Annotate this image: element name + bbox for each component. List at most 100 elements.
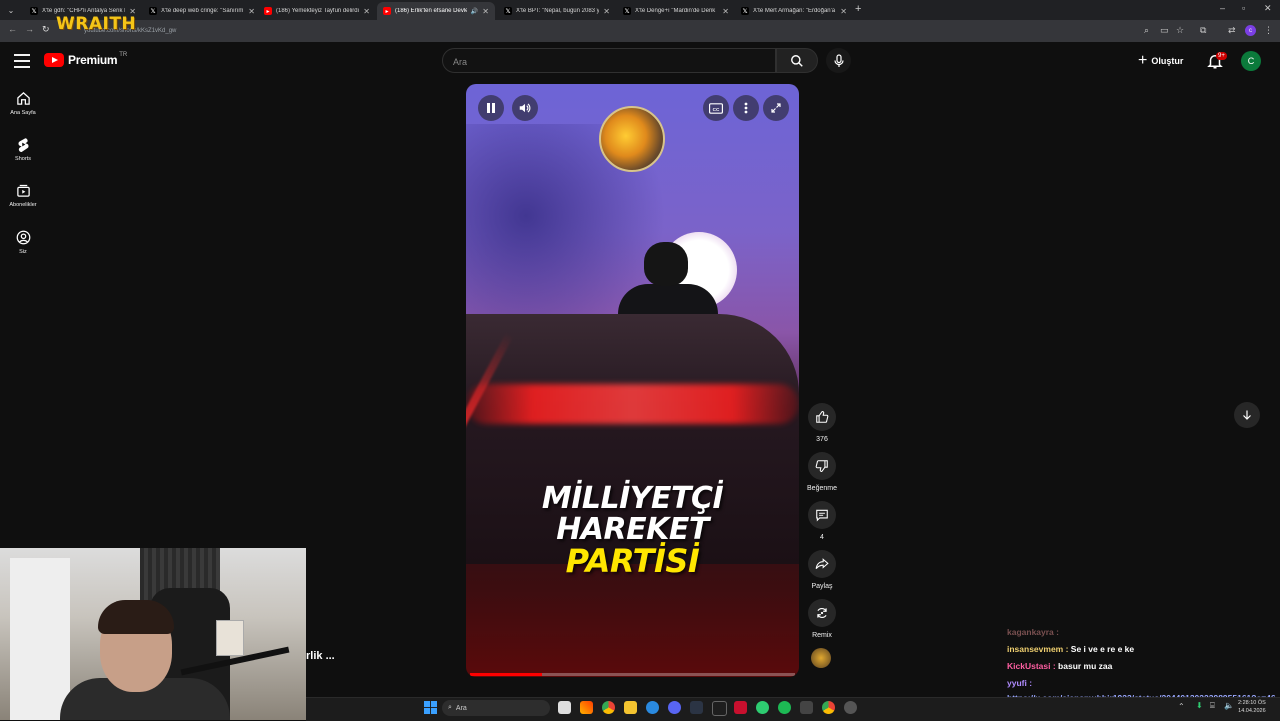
more-options-button[interactable] xyxy=(733,95,759,121)
url-field[interactable]: youtube.com/shorts/kKsZ1vKd_gw xyxy=(84,24,1124,38)
close-tab-icon[interactable]: ✕ xyxy=(248,7,255,16)
app-red-icon[interactable] xyxy=(734,701,747,714)
search-box xyxy=(442,48,776,74)
browser-tab[interactable]: ▸ (186) Yemekteyiz Tayfun delirdi ✕ xyxy=(258,2,376,20)
tab-search-chevron-icon[interactable]: ⌄ xyxy=(4,3,18,17)
windows-start-icon[interactable] xyxy=(424,701,437,714)
create-label: Oluştur xyxy=(1151,56,1184,66)
maximize-icon[interactable]: ▫ xyxy=(1242,3,1245,13)
search-button[interactable] xyxy=(776,48,818,73)
chat-username: KickUstasi : xyxy=(1007,661,1056,671)
guide-item-shorts[interactable]: Shorts xyxy=(4,137,42,162)
browser-tab[interactable]: 𝕏 X'te Denge+ı "Mardin'de Derik ✕ xyxy=(617,2,735,20)
browser-tab-active[interactable]: ▸ (186) Erlik'ten efsane Devlet 🔊 ✕ xyxy=(377,2,495,20)
minimize-icon[interactable]: – xyxy=(1220,3,1225,13)
browser-menu-icon[interactable]: ⋮ xyxy=(1264,25,1273,36)
tray-chevron-icon[interactable]: ⌃ xyxy=(1178,702,1185,711)
obs-icon[interactable] xyxy=(712,701,727,716)
app-icon[interactable] xyxy=(844,701,857,714)
next-short-button[interactable] xyxy=(1234,402,1260,428)
bookmark-star-icon[interactable]: ☆ xyxy=(1176,25,1184,36)
app-icon[interactable] xyxy=(690,701,703,714)
zoom-icon[interactable]: ⌕ xyxy=(1144,25,1149,36)
guide-label: Shorts xyxy=(15,156,31,162)
create-button[interactable]: + Oluştur xyxy=(1138,50,1183,72)
close-tab-icon[interactable]: ✕ xyxy=(363,7,370,16)
new-tab-button[interactable]: + xyxy=(855,3,861,15)
like-button[interactable] xyxy=(808,403,836,431)
app-icon[interactable] xyxy=(800,701,813,714)
tab-title: X'te Denge+ı "Mardin'de Derik xyxy=(635,8,716,14)
network-icon[interactable]: ⌸ xyxy=(1210,701,1215,711)
shorts-video-player[interactable]: CC MİLLİYETÇİ HAREKET PARTİSİ xyxy=(466,84,799,677)
country-code: TR xyxy=(119,52,128,58)
profile-avatar[interactable]: c xyxy=(1245,25,1256,36)
close-tab-icon[interactable]: ✕ xyxy=(840,7,847,16)
guide-item-you[interactable]: Siz xyxy=(4,230,42,255)
youtube-premium-logo[interactable]: Premium TR xyxy=(44,52,128,67)
tab-title: (186) Erlik'ten efsane Devlet xyxy=(395,8,467,14)
tab-title: X'te BPT: "Nepal, bugün 2083 y xyxy=(516,8,600,14)
browser-tab[interactable]: 𝕏 X'te deep web cringe: "Sanırım ✕ xyxy=(143,2,261,20)
remix-button[interactable] xyxy=(808,599,836,627)
remix-icon xyxy=(817,607,827,619)
share-icon xyxy=(815,558,829,569)
volume-tray-icon[interactable]: 🔈 xyxy=(1224,701,1234,710)
taskbar-clock[interactable]: 2:28:10 ÖS 14.04.2026 xyxy=(1238,699,1266,715)
discord-icon[interactable] xyxy=(668,701,681,714)
dislike-action[interactable]: Beğenme xyxy=(806,452,838,492)
chrome-icon[interactable] xyxy=(822,701,835,714)
original-sound-thumbnail[interactable] xyxy=(811,648,831,668)
youtube-play-icon xyxy=(44,53,64,67)
captions-button[interactable]: CC xyxy=(703,95,729,121)
browser-tab[interactable]: 𝕏 X'te Mert Armağan: "Erdoğan'a ✕ xyxy=(735,2,853,20)
browser-tab[interactable]: 𝕏 X'te BPT: "Nepal, bugün 2083 y ✕ xyxy=(498,2,616,20)
spotify-icon[interactable] xyxy=(778,701,791,714)
profile-switch-icon[interactable]: ⇄ xyxy=(1228,25,1236,36)
close-tab-icon[interactable]: ✕ xyxy=(603,7,610,16)
video-progress-bar[interactable] xyxy=(470,673,795,676)
edge-icon[interactable] xyxy=(646,701,659,714)
file-explorer-icon[interactable] xyxy=(624,701,637,714)
volume-button[interactable] xyxy=(512,95,538,121)
tab-title: X'te deep web cringe: "Sanırım xyxy=(161,8,244,14)
chat-message: kagankayra : xyxy=(1007,624,1280,641)
forward-icon[interactable]: → xyxy=(25,24,34,34)
dislike-button[interactable] xyxy=(808,452,836,480)
pause-button[interactable] xyxy=(478,95,504,121)
fullscreen-button[interactable] xyxy=(763,95,789,121)
chrome-icon[interactable] xyxy=(602,701,615,714)
extensions-icon[interactable]: ⧉ xyxy=(1200,25,1206,36)
task-view-icon[interactable] xyxy=(558,701,571,714)
guide-item-home[interactable]: Ana Sayfa xyxy=(4,91,42,116)
close-window-icon[interactable]: ✕ xyxy=(1264,3,1272,14)
caption-line-2: HAREKET xyxy=(556,511,709,547)
menu-icon[interactable] xyxy=(14,54,30,68)
widgets-icon[interactable] xyxy=(580,701,593,714)
chat-text: Se i ve e re e ke xyxy=(1070,644,1135,654)
taskbar-search[interactable]: ⌕ Ara xyxy=(442,700,550,716)
remix-action[interactable]: Remix xyxy=(806,599,838,639)
you-icon xyxy=(16,230,30,245)
webcam-streamer-hair xyxy=(98,600,174,634)
share-action[interactable]: Paylaş xyxy=(806,550,838,590)
share-button[interactable] xyxy=(808,550,836,578)
comments-button[interactable] xyxy=(808,501,836,529)
back-icon[interactable]: ← xyxy=(8,24,17,34)
youtube-icon: ▸ xyxy=(264,7,272,15)
close-tab-icon[interactable]: ✕ xyxy=(482,7,489,16)
voice-search-button[interactable] xyxy=(826,48,851,73)
account-avatar[interactable]: C xyxy=(1241,51,1261,71)
whatsapp-icon[interactable] xyxy=(756,701,769,714)
search-input[interactable] xyxy=(443,49,755,74)
tray-app-icon[interactable]: ⬇ xyxy=(1196,701,1203,710)
video-character-head xyxy=(644,242,688,286)
cast-icon[interactable]: ▭ xyxy=(1160,25,1169,36)
reload-icon[interactable]: ↻ xyxy=(42,24,50,35)
guide-item-subscriptions[interactable]: Abonelikler xyxy=(4,183,42,208)
like-action[interactable]: 376 xyxy=(806,403,838,443)
comments-action[interactable]: 4 xyxy=(806,501,838,541)
close-tab-icon[interactable]: ✕ xyxy=(722,7,729,16)
guide-label: Ana Sayfa xyxy=(10,110,36,116)
comment-count: 4 xyxy=(820,534,824,541)
